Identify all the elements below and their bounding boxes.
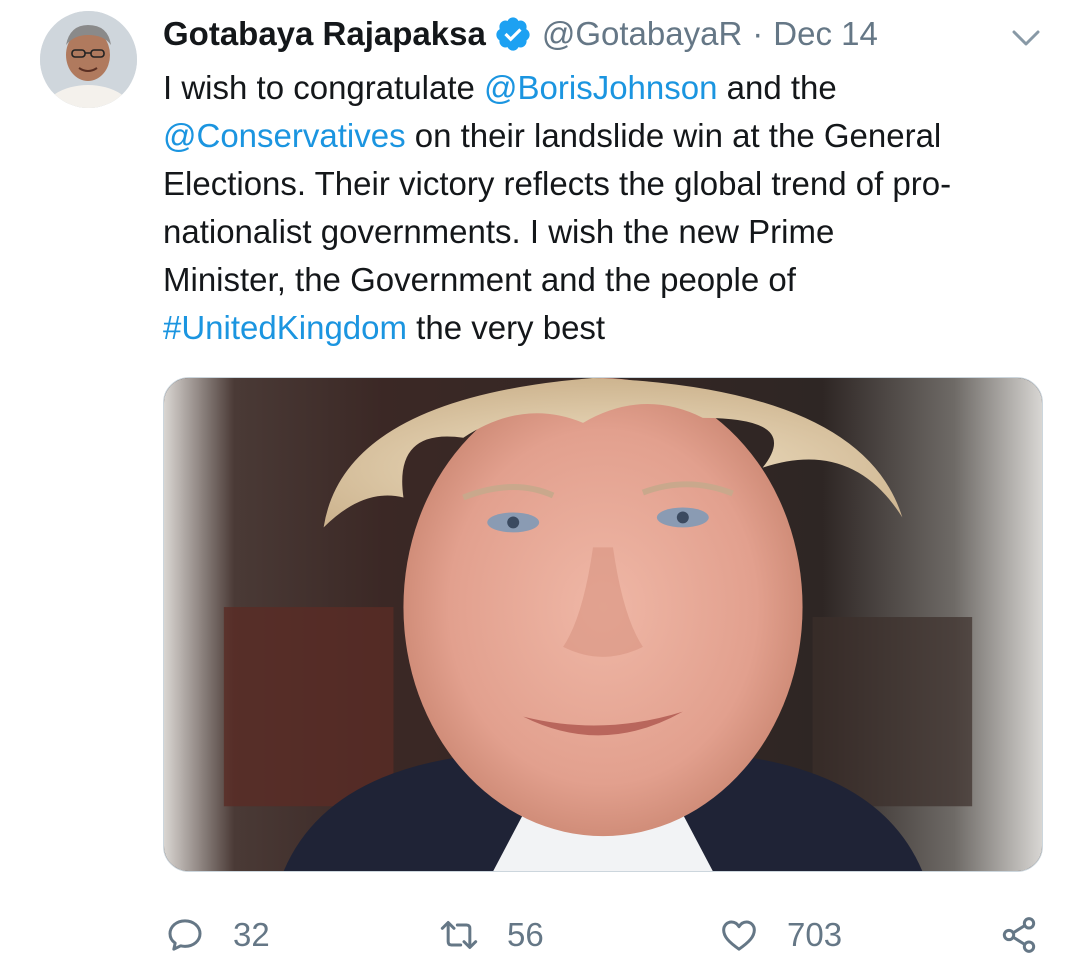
chevron-down-icon[interactable] — [1008, 20, 1044, 56]
retweet-button[interactable]: 56 — [439, 905, 544, 965]
tweet-text-segment: on their landslide win at the General — [405, 117, 942, 154]
tweet-text-segment: nationalist governments. I wish the new … — [163, 213, 835, 250]
reply-button[interactable]: 32 — [165, 905, 270, 965]
mention-link[interactable]: @BorisJohnson — [484, 69, 717, 106]
author-display-name[interactable]: Gotabaya Rajapaksa — [163, 12, 486, 56]
reply-bubble-icon — [165, 915, 205, 955]
tweet-text: I wish to congratulate @BorisJohnson and… — [163, 64, 1043, 352]
tweet-photo[interactable] — [163, 377, 1043, 872]
tweet-text-line: @Conservatives on their landslide win at… — [163, 112, 1043, 160]
tweet-text-line: nationalist governments. I wish the new … — [163, 208, 1043, 256]
heart-icon — [719, 915, 759, 955]
verified-badge-icon — [494, 15, 532, 53]
tweet-actions: 32 56 703 — [163, 905, 1043, 965]
tweet-text-line: I wish to congratulate @BorisJohnson and… — [163, 64, 1043, 112]
mention-link[interactable]: @Conservatives — [163, 117, 406, 154]
author-handle[interactable]: @GotabayaR — [542, 12, 742, 56]
tweet-text-segment: and the — [717, 69, 837, 106]
tweet-text-segment: Elections. Their victory reflects the gl… — [163, 165, 952, 202]
tweet-text-segment: the very best — [407, 309, 606, 346]
tweet-text-line: Elections. Their victory reflects the gl… — [163, 160, 1043, 208]
like-button[interactable]: 703 — [719, 905, 842, 965]
share-icon — [999, 915, 1039, 955]
tweet-text-segment: Minister, the Government and the people … — [163, 261, 796, 298]
hashtag-link[interactable]: #UnitedKingdom — [163, 309, 407, 346]
author-avatar[interactable] — [40, 11, 137, 108]
retweet-count: 56 — [507, 916, 544, 953]
meta-separator: · — [752, 15, 764, 52]
tweet-text-segment: I wish to congratulate — [163, 69, 485, 106]
share-button[interactable] — [999, 905, 1039, 965]
tweet-text-line: #UnitedKingdom the very best — [163, 304, 1043, 352]
tweet-date[interactable]: Dec 14 — [773, 12, 878, 56]
tweet-header: Gotabaya Rajapaksa @GotabayaR · Dec 14 — [163, 12, 878, 56]
retweet-icon — [439, 915, 479, 955]
reply-count: 32 — [233, 916, 270, 953]
tweet-text-line: Minister, the Government and the people … — [163, 256, 1043, 304]
like-count: 703 — [787, 916, 843, 953]
